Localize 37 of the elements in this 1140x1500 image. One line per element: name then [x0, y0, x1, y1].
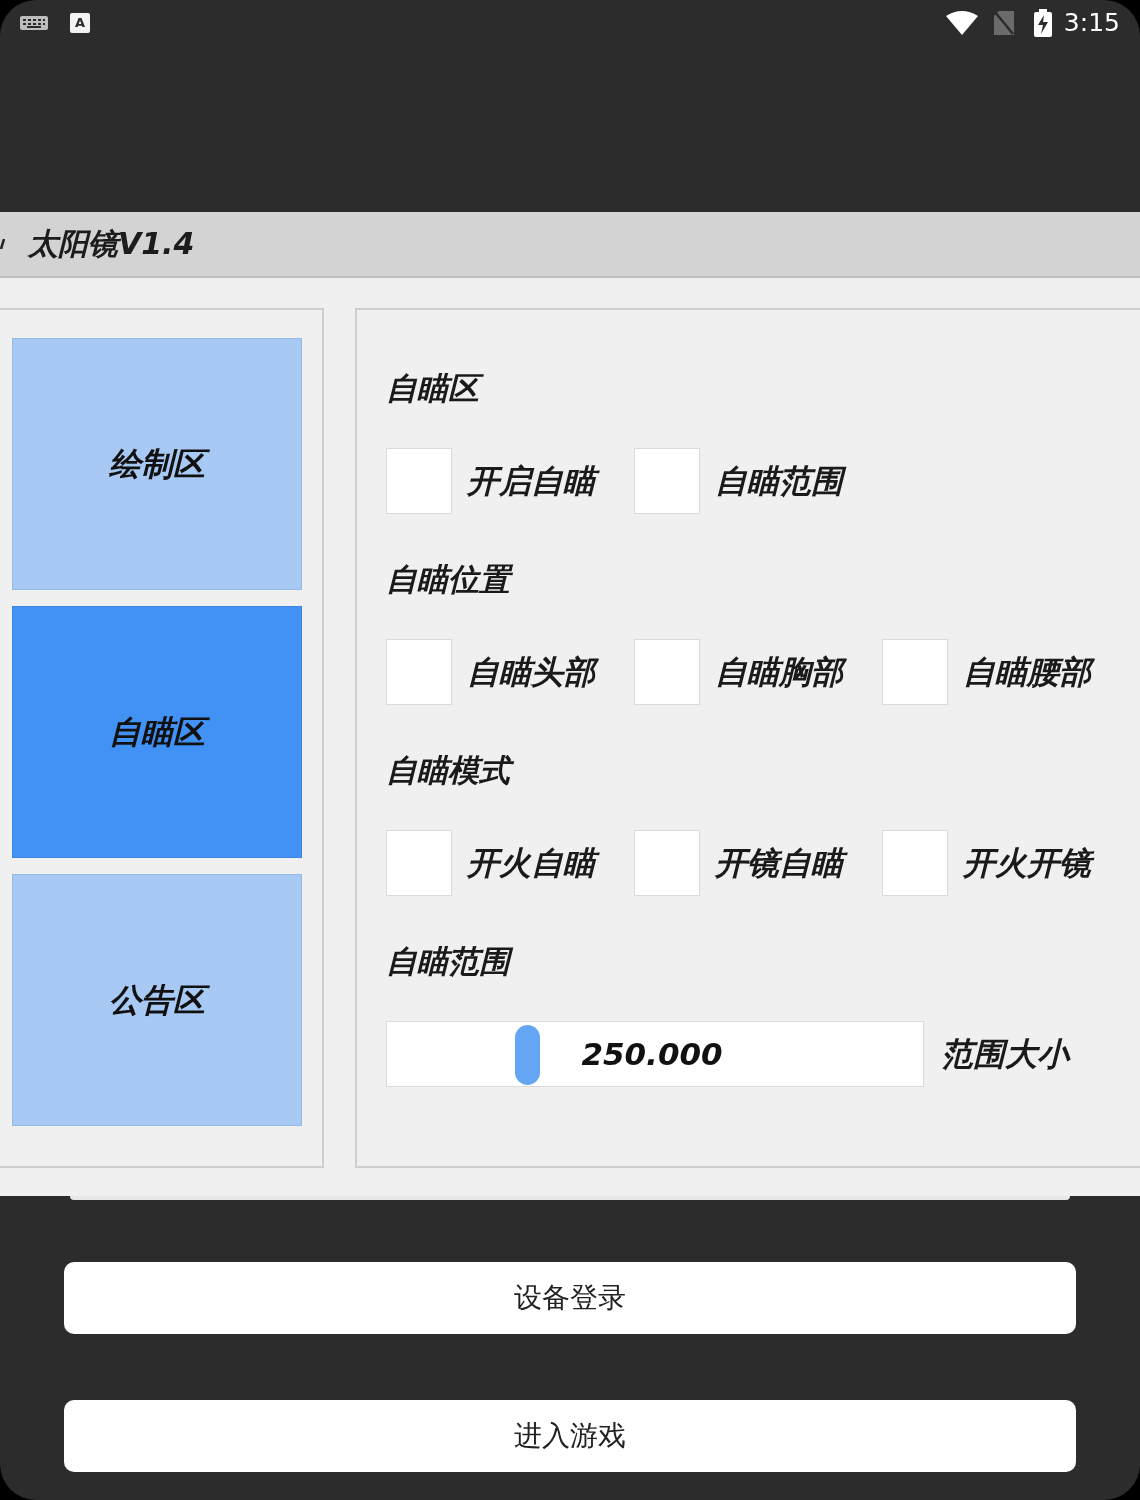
sidebar-tab[interactable]: 绘制区: [12, 338, 302, 590]
checkbox-label: 自瞄胸部: [715, 651, 849, 693]
sidebar-tab[interactable]: 公告区: [12, 874, 302, 1126]
keyboard-icon: [20, 15, 48, 30]
battery-charging-icon: [1033, 8, 1052, 37]
clock-time: 3:15: [1063, 10, 1120, 35]
checkbox-label: 开火开镜: [963, 842, 1097, 884]
checkbox-label: 自瞄腰部: [963, 651, 1097, 693]
checkbox[interactable]: [882, 830, 948, 896]
action-button[interactable]: 设备登录: [64, 1262, 1076, 1334]
checkbox-label: 开启自瞄: [467, 460, 601, 502]
checkbox-label: 开镜自瞄: [715, 842, 849, 884]
checkbox-label: 自瞄范围: [715, 460, 849, 502]
slider-label: 范围大小: [941, 1034, 1072, 1075]
checkbox-label: 自瞄头部: [467, 651, 601, 693]
slash-icon: [0, 239, 5, 249]
no-sim-icon: [993, 10, 1014, 35]
checkbox[interactable]: [634, 448, 700, 514]
checkbox[interactable]: [386, 448, 452, 514]
section-title: 自瞄区: [386, 366, 485, 410]
checkbox[interactable]: [386, 830, 452, 896]
notification-badge: A: [70, 12, 90, 33]
wifi-icon: [945, 10, 978, 35]
checkbox[interactable]: [634, 639, 700, 705]
section-title: 自瞄模式: [386, 748, 516, 792]
checkbox[interactable]: [634, 830, 700, 896]
section-title: 自瞄位置: [386, 557, 516, 601]
checkbox-label: 开火自瞄: [467, 842, 601, 884]
slider-track[interactable]: 250.000: [386, 1021, 924, 1087]
section-title: 自瞄范围: [386, 939, 516, 983]
sidebar-tab[interactable]: 自瞄区: [12, 606, 302, 858]
checkbox[interactable]: [882, 639, 948, 705]
checkbox[interactable]: [386, 639, 452, 705]
slider-thumb[interactable]: [514, 1025, 540, 1085]
action-button[interactable]: 进入游戏: [64, 1400, 1076, 1472]
slider-value: 250.000: [581, 1035, 724, 1074]
window-title: 太阳镜V1.4: [28, 225, 196, 263]
